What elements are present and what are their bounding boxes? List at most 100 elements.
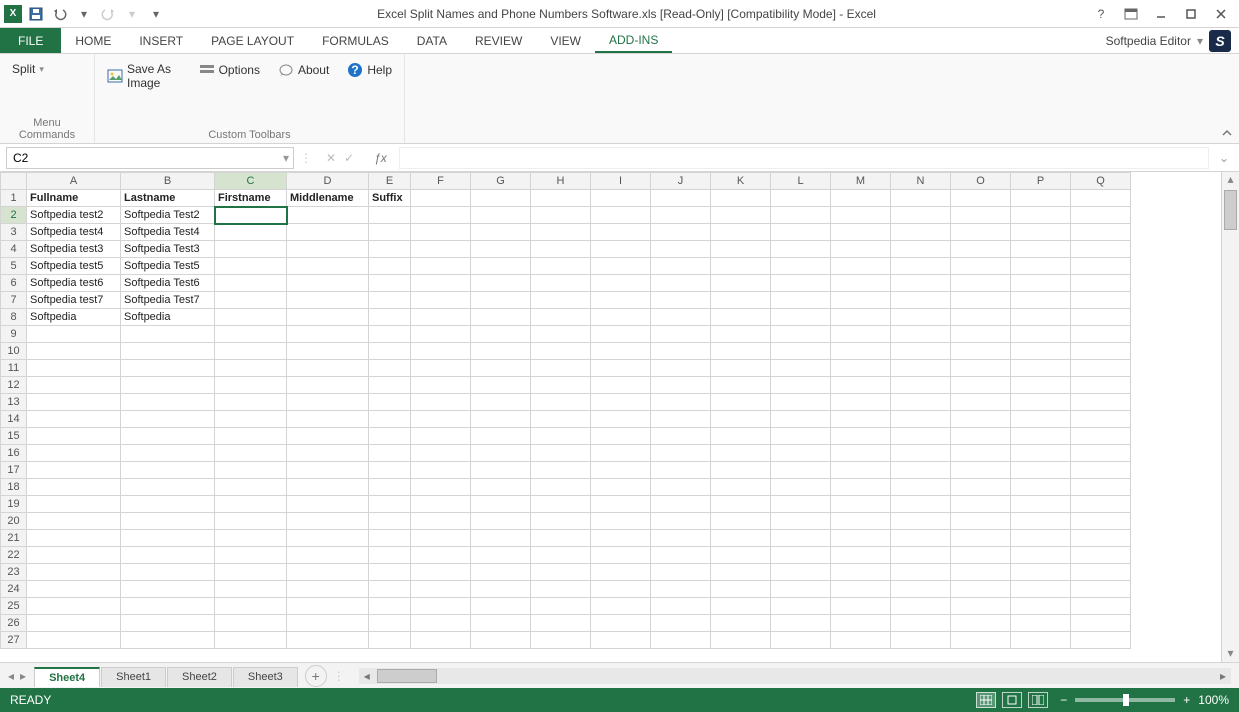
cell-L9[interactable] [771, 326, 831, 343]
cell-E25[interactable] [369, 598, 411, 615]
cell-C1[interactable]: Firstname [215, 190, 287, 207]
cell-N15[interactable] [891, 428, 951, 445]
chevron-down-icon[interactable]: ▾ [283, 151, 289, 165]
cell-G21[interactable] [471, 530, 531, 547]
row-header-24[interactable]: 24 [1, 581, 27, 598]
select-all-corner[interactable] [1, 173, 27, 190]
cell-O20[interactable] [951, 513, 1011, 530]
cell-K24[interactable] [711, 581, 771, 598]
cell-A19[interactable] [27, 496, 121, 513]
col-header-L[interactable]: L [771, 173, 831, 190]
tab-page-layout[interactable]: PAGE LAYOUT [197, 28, 308, 53]
cell-B8[interactable]: Softpedia [121, 309, 215, 326]
cell-K17[interactable] [711, 462, 771, 479]
cell-N18[interactable] [891, 479, 951, 496]
cell-A9[interactable] [27, 326, 121, 343]
cell-F27[interactable] [411, 632, 471, 649]
cell-P15[interactable] [1011, 428, 1071, 445]
cell-C11[interactable] [215, 360, 287, 377]
cell-J21[interactable] [651, 530, 711, 547]
cell-F12[interactable] [411, 377, 471, 394]
cell-N8[interactable] [891, 309, 951, 326]
cell-K2[interactable] [711, 207, 771, 224]
cell-G16[interactable] [471, 445, 531, 462]
cell-H10[interactable] [531, 343, 591, 360]
row-header-17[interactable]: 17 [1, 462, 27, 479]
cell-I3[interactable] [591, 224, 651, 241]
cell-F9[interactable] [411, 326, 471, 343]
cell-J17[interactable] [651, 462, 711, 479]
cell-N9[interactable] [891, 326, 951, 343]
cell-B16[interactable] [121, 445, 215, 462]
cell-P11[interactable] [1011, 360, 1071, 377]
cell-G18[interactable] [471, 479, 531, 496]
cell-B17[interactable] [121, 462, 215, 479]
cell-D4[interactable] [287, 241, 369, 258]
cell-Q15[interactable] [1071, 428, 1131, 445]
cell-A17[interactable] [27, 462, 121, 479]
cell-A15[interactable] [27, 428, 121, 445]
cell-L18[interactable] [771, 479, 831, 496]
cell-Q21[interactable] [1071, 530, 1131, 547]
cell-Q7[interactable] [1071, 292, 1131, 309]
cell-M3[interactable] [831, 224, 891, 241]
cell-H15[interactable] [531, 428, 591, 445]
cell-B27[interactable] [121, 632, 215, 649]
col-header-A[interactable]: A [27, 173, 121, 190]
tab-add-ins[interactable]: ADD-INS [595, 28, 672, 53]
col-header-D[interactable]: D [287, 173, 369, 190]
cell-H21[interactable] [531, 530, 591, 547]
cell-J18[interactable] [651, 479, 711, 496]
cell-E23[interactable] [369, 564, 411, 581]
cell-J12[interactable] [651, 377, 711, 394]
sheet-tab-sheet2[interactable]: Sheet2 [167, 667, 232, 687]
cell-L20[interactable] [771, 513, 831, 530]
tab-view[interactable]: VIEW [536, 28, 595, 53]
row-header-15[interactable]: 15 [1, 428, 27, 445]
cell-L13[interactable] [771, 394, 831, 411]
row-header-9[interactable]: 9 [1, 326, 27, 343]
about-button[interactable]: About [274, 60, 333, 80]
cell-D22[interactable] [287, 547, 369, 564]
cell-N21[interactable] [891, 530, 951, 547]
cell-Q23[interactable] [1071, 564, 1131, 581]
cell-N20[interactable] [891, 513, 951, 530]
cell-E17[interactable] [369, 462, 411, 479]
cell-E9[interactable] [369, 326, 411, 343]
cell-K13[interactable] [711, 394, 771, 411]
col-header-M[interactable]: M [831, 173, 891, 190]
cell-O10[interactable] [951, 343, 1011, 360]
cell-P5[interactable] [1011, 258, 1071, 275]
cell-Q24[interactable] [1071, 581, 1131, 598]
sheet-tab-sheet4[interactable]: Sheet4 [34, 667, 100, 687]
cell-F7[interactable] [411, 292, 471, 309]
cell-A2[interactable]: Softpedia test2 [27, 207, 121, 224]
cell-H7[interactable] [531, 292, 591, 309]
cell-Q4[interactable] [1071, 241, 1131, 258]
cell-H20[interactable] [531, 513, 591, 530]
cell-F14[interactable] [411, 411, 471, 428]
cell-P9[interactable] [1011, 326, 1071, 343]
file-tab[interactable]: FILE [0, 28, 61, 53]
zoom-level[interactable]: 100% [1198, 693, 1229, 707]
cell-M12[interactable] [831, 377, 891, 394]
cell-B9[interactable] [121, 326, 215, 343]
cell-A11[interactable] [27, 360, 121, 377]
cell-J5[interactable] [651, 258, 711, 275]
cell-I22[interactable] [591, 547, 651, 564]
tab-home[interactable]: HOME [61, 28, 125, 53]
cell-A8[interactable]: Softpedia [27, 309, 121, 326]
cell-Q12[interactable] [1071, 377, 1131, 394]
cell-K12[interactable] [711, 377, 771, 394]
cell-O27[interactable] [951, 632, 1011, 649]
cell-L5[interactable] [771, 258, 831, 275]
cell-A7[interactable]: Softpedia test7 [27, 292, 121, 309]
cell-D10[interactable] [287, 343, 369, 360]
cell-F3[interactable] [411, 224, 471, 241]
cell-J14[interactable] [651, 411, 711, 428]
cell-G24[interactable] [471, 581, 531, 598]
cell-D1[interactable]: Middlename [287, 190, 369, 207]
cell-K27[interactable] [711, 632, 771, 649]
cell-B21[interactable] [121, 530, 215, 547]
cell-P1[interactable] [1011, 190, 1071, 207]
